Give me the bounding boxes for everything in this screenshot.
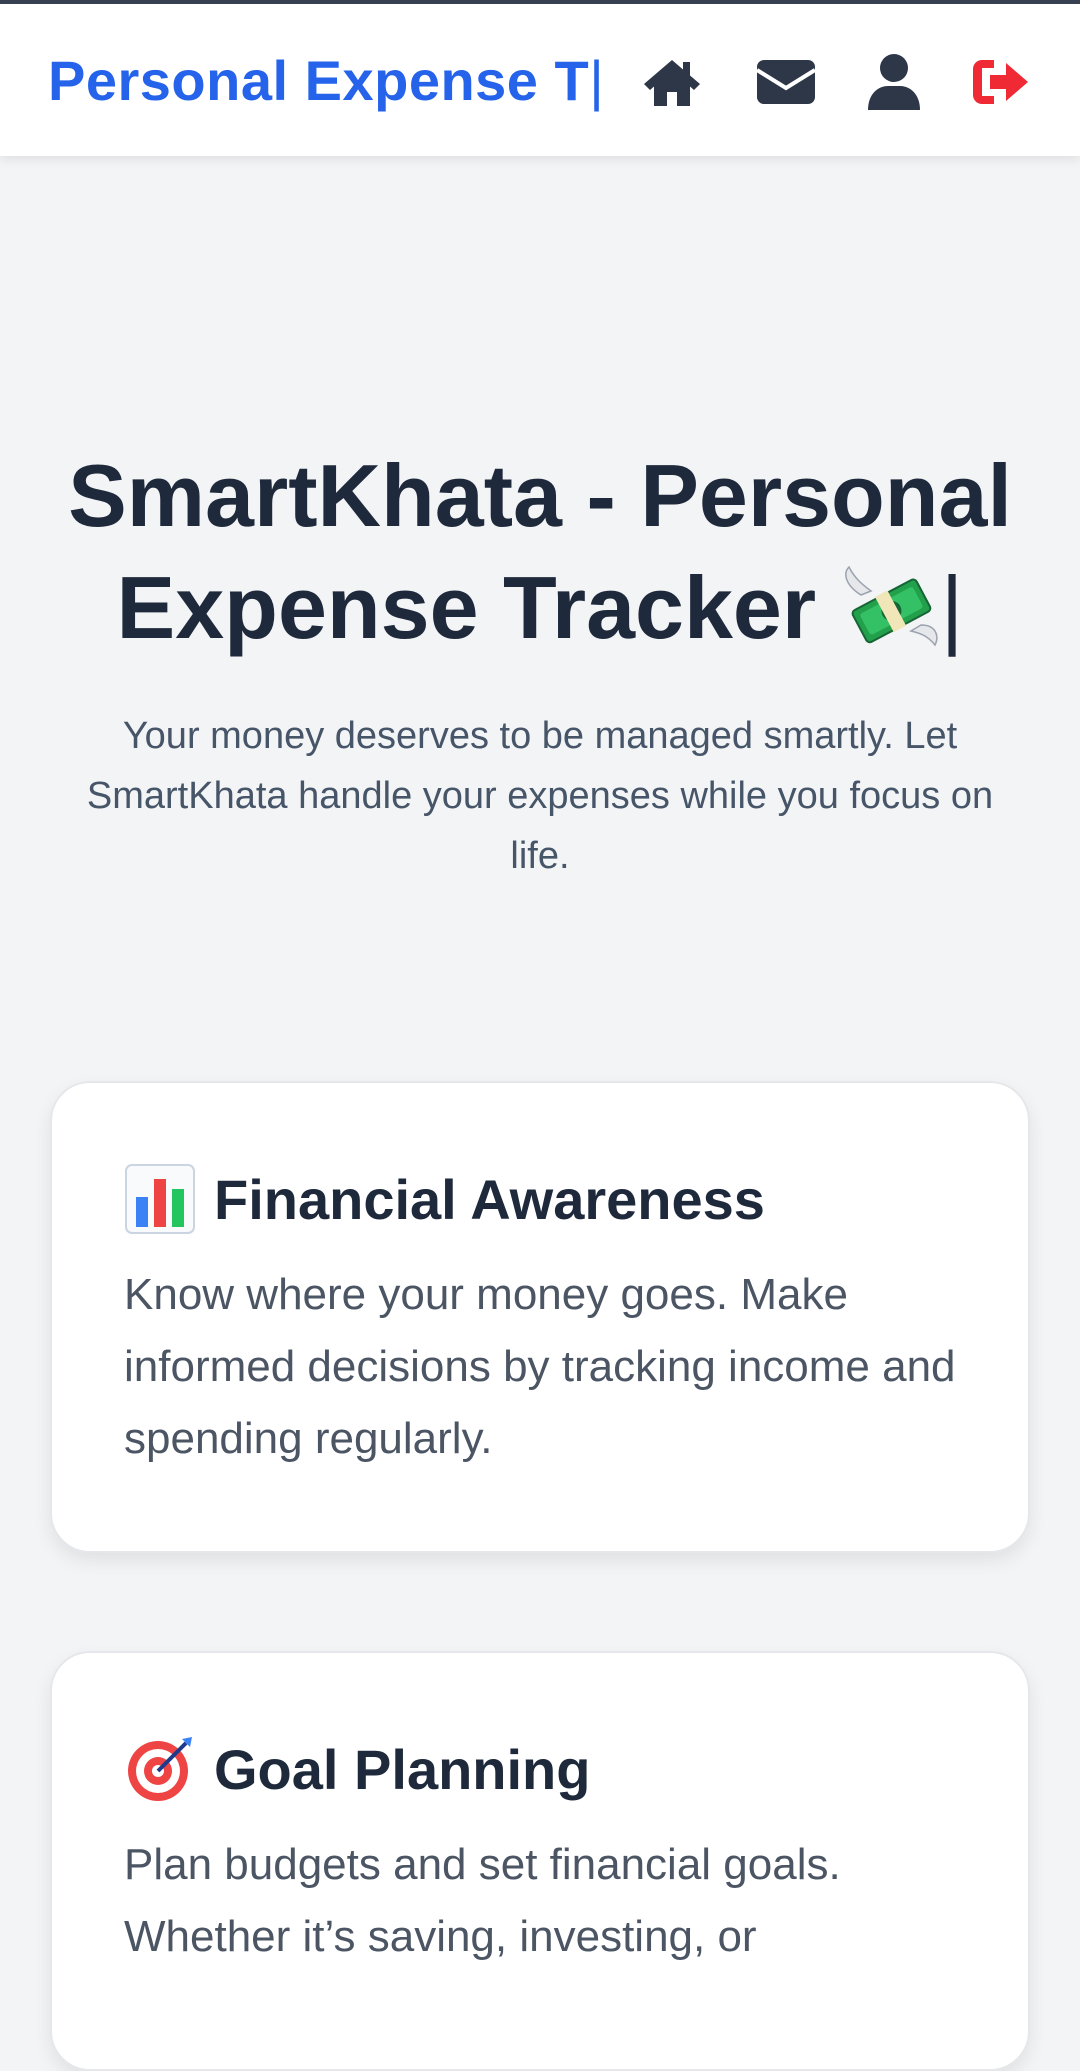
bar-chart-icon xyxy=(124,1163,196,1235)
user-icon[interactable] xyxy=(862,50,926,114)
target-icon xyxy=(124,1733,196,1805)
sign-out-icon[interactable] xyxy=(968,50,1032,114)
hero-title: SmartKhata - Personal Expense Tracker $ … xyxy=(40,440,1040,664)
card-title-text: Goal Planning xyxy=(214,1737,591,1801)
brand-title[interactable]: Personal Expense T| xyxy=(48,48,604,113)
envelope-icon[interactable] xyxy=(754,50,818,114)
feature-card: Financial Awareness Know where your mone… xyxy=(50,1081,1030,1553)
card-title-text: Financial Awareness xyxy=(214,1167,765,1231)
card-description: Plan budgets and set financial goals. Wh… xyxy=(124,1840,841,1961)
typing-cursor: | xyxy=(589,49,605,112)
navbar: Personal Expense T| xyxy=(0,4,1080,156)
card-title: Goal Planning xyxy=(124,1733,956,1805)
card-description: Know where your money goes. Make informe… xyxy=(124,1270,956,1463)
money-with-wings-icon: $ xyxy=(841,555,941,655)
brand-text: Personal Expense T xyxy=(48,49,590,112)
home-icon[interactable] xyxy=(640,50,704,114)
hero-subtitle: Your money deserves to be managed smartl… xyxy=(86,715,994,877)
typing-cursor: | xyxy=(940,558,964,657)
card-title: Financial Awareness xyxy=(124,1163,956,1235)
feature-card: Goal Planning Plan budgets and set finan… xyxy=(50,1651,1030,2071)
